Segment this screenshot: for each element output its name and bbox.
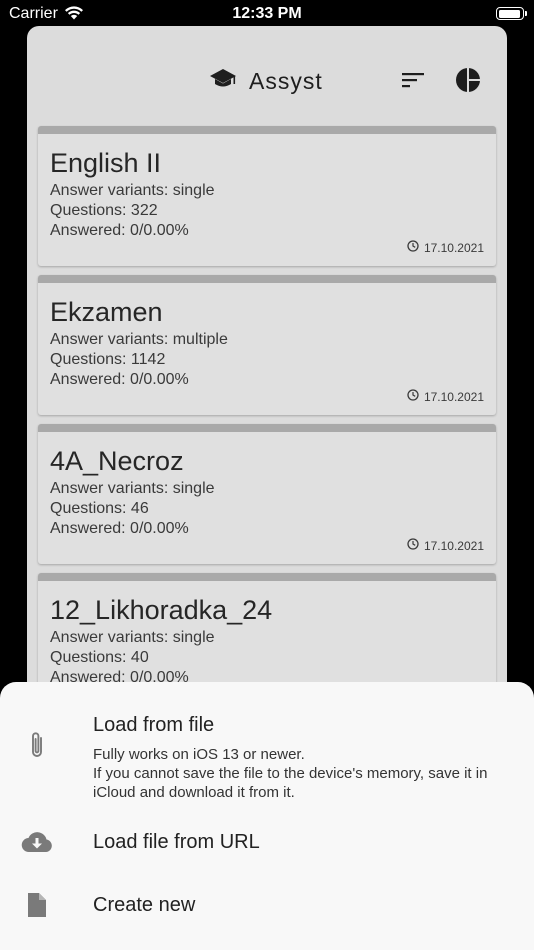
test-date: 17.10.2021 xyxy=(407,240,484,255)
test-name: 12_Likhoradka_24 xyxy=(50,595,273,625)
description-line: If you cannot save the file to the devic… xyxy=(93,765,488,801)
load-from-url-label: Load file from URL xyxy=(93,831,260,853)
clock-icon xyxy=(407,240,419,255)
cloud-download-icon xyxy=(20,825,54,859)
card-top-bar xyxy=(38,275,496,283)
test-name: 4A_Necroz xyxy=(50,446,184,476)
answer-variants: Answer variants: single xyxy=(50,182,215,199)
status-bar: Carrier 12:33 PM xyxy=(0,0,534,28)
graduation-cap-icon xyxy=(209,68,237,95)
pie-chart-icon xyxy=(455,66,481,98)
clock: 12:33 PM xyxy=(232,5,302,22)
test-card[interactable]: Ekzamen Answer variants: multiple Questi… xyxy=(38,275,496,415)
answer-variants: Answer variants: single xyxy=(50,480,215,497)
battery-icon xyxy=(496,7,527,20)
create-new-label: Create new xyxy=(93,894,196,916)
questions-count: Questions: 322 xyxy=(50,202,158,219)
sort-icon xyxy=(402,72,424,93)
date-text: 17.10.2021 xyxy=(423,389,484,404)
statistics-button[interactable] xyxy=(454,66,482,98)
description-line: Fully works on iOS 13 or newer. xyxy=(93,746,305,763)
load-from-file-label: Load from file xyxy=(93,714,215,736)
app-title: Assyst xyxy=(249,68,323,94)
answer-variants: Answer variants: multiple xyxy=(50,331,228,348)
test-name: Ekzamen xyxy=(50,297,163,327)
date-text: 17.10.2021 xyxy=(423,240,484,255)
battery-fill xyxy=(498,9,521,18)
answered-progress: Answered: 0/0.00% xyxy=(50,371,189,388)
questions-count: Questions: 40 xyxy=(50,649,149,666)
test-card[interactable]: English II Answer variants: single Quest… xyxy=(38,126,496,266)
test-card[interactable]: 4A_Necroz Answer variants: single Questi… xyxy=(38,424,496,564)
app-header: Assyst xyxy=(27,26,507,124)
test-list: English II Answer variants: single Quest… xyxy=(38,126,496,722)
card-top-bar xyxy=(38,573,496,581)
questions-count: Questions: 1142 xyxy=(50,351,166,368)
date-text: 17.10.2021 xyxy=(423,538,484,553)
test-date: 17.10.2021 xyxy=(407,538,484,553)
test-name: English II xyxy=(50,148,162,178)
create-new-option[interactable]: Create new xyxy=(0,874,534,950)
load-from-file-option[interactable]: Load from file Fully works on iOS 13 or … xyxy=(0,682,534,812)
paperclip-icon xyxy=(20,728,54,762)
test-date: 17.10.2021 xyxy=(407,389,484,404)
answer-variants: Answer variants: single xyxy=(50,629,215,646)
load-from-url-option[interactable]: Load file from URL xyxy=(0,812,534,874)
card-top-bar xyxy=(38,424,496,432)
load-from-file-description: Fully works on iOS 13 or newer. If you c… xyxy=(93,745,523,802)
questions-count: Questions: 46 xyxy=(50,500,149,517)
clock-icon xyxy=(407,389,419,404)
add-test-bottom-sheet: Load from file Fully works on iOS 13 or … xyxy=(0,682,534,950)
file-icon xyxy=(20,888,54,922)
card-top-bar xyxy=(38,126,496,134)
sort-button[interactable] xyxy=(399,68,427,96)
clock-icon xyxy=(407,538,419,553)
answered-progress: Answered: 0/0.00% xyxy=(50,222,189,239)
answered-progress: Answered: 0/0.00% xyxy=(50,520,189,537)
app-brand: Assyst xyxy=(209,68,323,95)
